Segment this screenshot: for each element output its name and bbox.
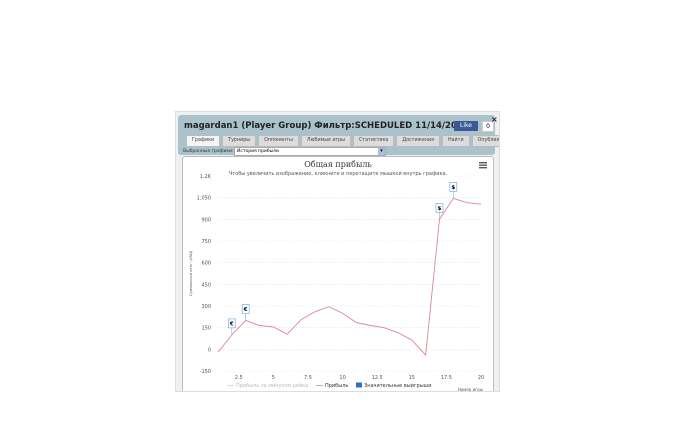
tab-0[interactable]: Графики [186,135,221,147]
tab-5[interactable]: Достижения [396,135,440,147]
tab-3[interactable]: Любимые игры [300,135,351,147]
flag-label: € [243,307,248,313]
flag-label: € [229,321,234,327]
tab-4[interactable]: Статистика [352,135,395,147]
flag-label: $ [451,185,455,191]
window-title: magardan1 (Player Group) Фильтр:SCHEDULE… [184,121,469,131]
tab-7[interactable]: Опубликовать [471,135,499,147]
tab-6[interactable]: Найти [441,135,470,147]
chart-select[interactable]: История прибыли ▾ [234,147,386,156]
x-tick-label: 17.5 [441,375,452,381]
x-axis-label: Номер игры [458,387,483,392]
chevron-down-icon[interactable]: ▾ [378,148,385,155]
y-tick-label: 600 [201,261,211,267]
tab-bar: Графики Турниры Оппоненты Любимые игры Стати… [186,135,499,147]
chart-title: Общая прибыль [304,160,372,169]
x-tick-label: 5 [272,375,275,381]
y-tick-label: 900 [201,217,211,223]
tab-1[interactable]: Турниры [222,135,257,147]
flag-label: $ [438,206,442,212]
x-tick-label: 2.5 [235,375,243,381]
menu-icon[interactable] [479,162,487,169]
tab-2[interactable]: Оппоненты [258,135,299,147]
selector-label: Выбранные графики: [183,149,234,154]
y-tick-label: -150 [200,369,211,375]
series-line-profit [217,197,482,357]
y-tick-label: 1.2K [200,174,212,180]
x-tick-label: 20 [478,375,484,381]
chart-container: Общая прибыль Чтобы увеличить изображение… [182,156,494,392]
y-tick-label: 300 [201,304,211,310]
x-tick-label: 15 [409,375,415,381]
legend-swatch [356,382,362,388]
x-tick-label: 10 [339,375,345,381]
legend-item: Прибыль [325,383,348,389]
legend-item: Прибыль за минусом рейка [236,382,308,389]
x-tick-label: 12.5 [372,375,383,381]
chart-select-value: История прибыли [237,149,279,154]
facebook-like-button[interactable]: Like [454,121,478,131]
y-axis-label: Суммарный итог (USD) [188,250,193,296]
y-tick-label: 450 [201,282,211,288]
y-tick-label: 750 [201,239,211,245]
profit-chart[interactable]: Общая прибыльЧтобы увеличить изображение… [183,157,493,392]
x-tick-label: 7.5 [304,375,312,381]
y-tick-label: 0 [208,347,211,353]
close-icon[interactable]: × [491,115,498,124]
y-tick-label: 1,050 [197,196,211,202]
legend-item: Значительные выигрыши [364,383,431,389]
player-window: magardan1 (Player Group) Фильтр:SCHEDULE… [175,111,500,392]
y-tick-label: 150 [201,326,211,332]
